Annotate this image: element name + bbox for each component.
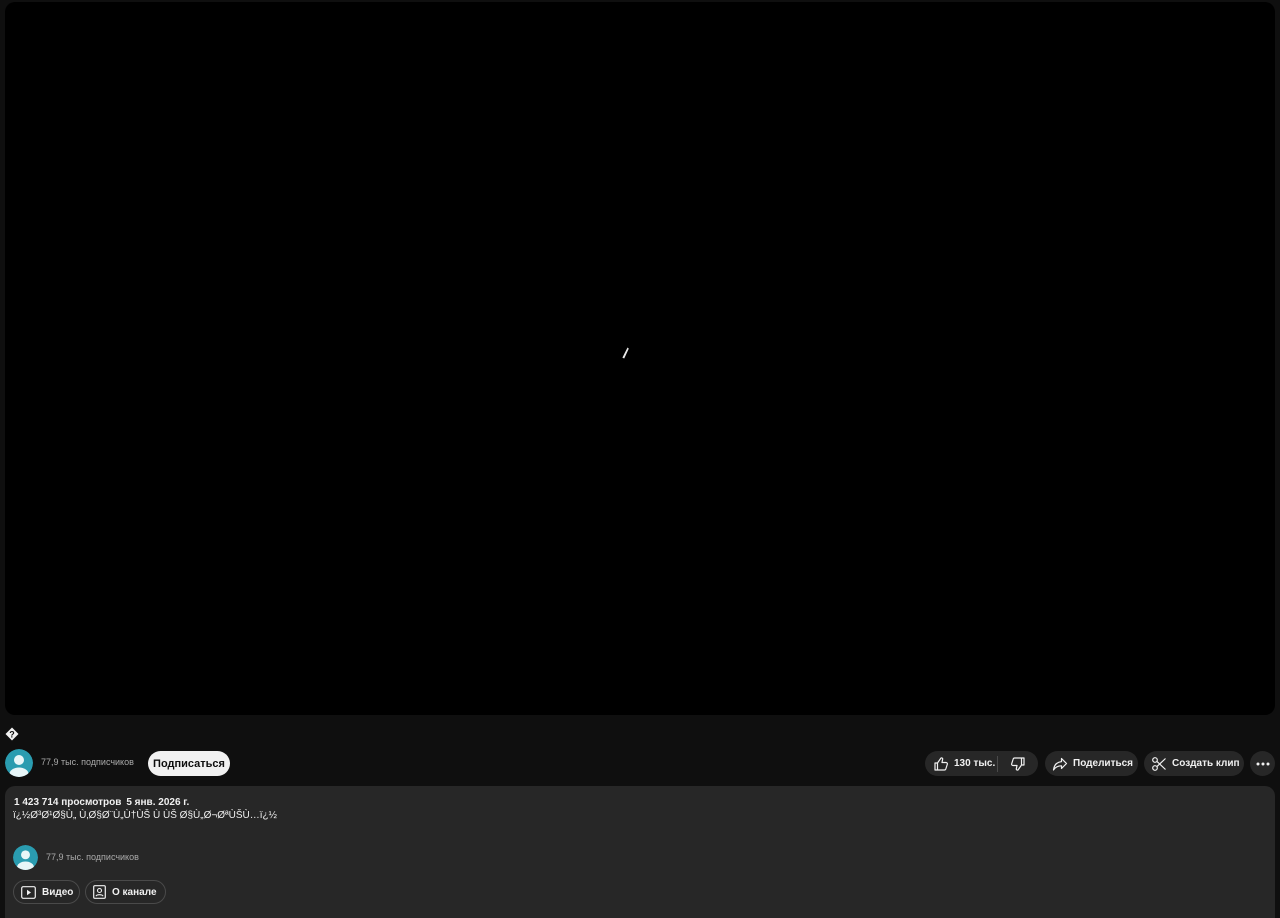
title-glyph-text: ?	[9, 729, 15, 739]
video-player[interactable]	[5, 2, 1275, 715]
about-channel-button[interactable]: О канале	[85, 880, 166, 904]
channel-avatar[interactable]	[5, 749, 33, 777]
subscribe-button[interactable]: Подписаться	[148, 751, 230, 776]
subscriber-count: 77,9 тыс. подписчиков	[41, 757, 134, 767]
loading-spinner-icon	[622, 347, 629, 359]
create-clip-label: Создать клип	[1172, 758, 1240, 769]
like-dislike-group: 130 тыс.	[925, 751, 1038, 776]
scissors-icon	[1152, 756, 1166, 771]
create-clip-button[interactable]: Создать клип	[1144, 751, 1244, 776]
share-arrow-icon	[1052, 757, 1068, 771]
title-glyph-icon: ?	[5, 727, 19, 741]
videos-label: Видео	[42, 886, 74, 898]
description-panel[interactable]: 1 423 714 просмотров 5 янв. 2026 г. ï¿½Ø³…	[5, 786, 1275, 918]
more-actions-button[interactable]	[1250, 751, 1275, 776]
description-channel-avatar[interactable]	[13, 845, 38, 870]
dislike-button[interactable]	[998, 751, 1038, 776]
videos-button[interactable]: Видео	[13, 880, 80, 904]
thumbs-down-icon	[1011, 756, 1025, 771]
more-horizontal-icon	[1256, 762, 1269, 765]
like-count: 130 тыс.	[954, 758, 996, 769]
like-button[interactable]: 130 тыс.	[925, 751, 997, 776]
description-subscriber-count: 77,9 тыс. подписчиков	[46, 852, 139, 862]
video-meta: 1 423 714 просмотров 5 янв. 2026 г.	[14, 797, 189, 808]
share-label: Поделиться	[1073, 758, 1134, 769]
about-channel-label: О канале	[112, 886, 157, 898]
thumbs-up-icon	[934, 756, 948, 771]
video-play-icon	[21, 885, 36, 899]
view-count: 1 423 714 просмотров	[14, 797, 122, 808]
publish-date: 5 янв. 2026 г.	[126, 797, 190, 808]
description-text: ï¿½Ø³Ø¹Ø§Ù„ Ù‚Ø§Ø¨Ù„Ù†ÙŠ Ù ÙŠ Ø§Ù„Ø¬ØªÙŠ…	[13, 810, 278, 821]
profile-card-icon	[93, 885, 106, 899]
share-button[interactable]: Поделиться	[1045, 751, 1138, 776]
